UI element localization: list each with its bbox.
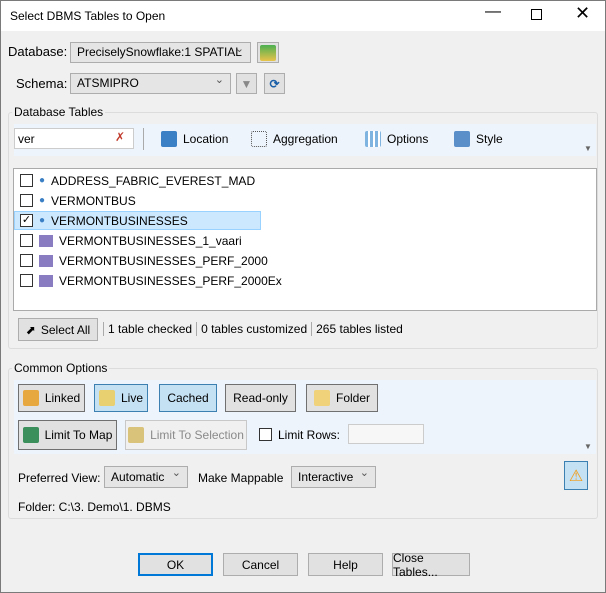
table-checkbox[interactable] (20, 274, 33, 287)
folder-icon (313, 390, 330, 406)
limit-to-map-button[interactable]: Limit To Map (18, 420, 117, 450)
point-icon: ● (39, 175, 46, 186)
location-icon (161, 131, 177, 147)
open-connection-icon (260, 44, 276, 61)
read-only-button[interactable]: Read-only (225, 384, 296, 412)
folder-path: Folder: C:\3. Demo\1. DBMS (18, 500, 171, 514)
table-checkbox[interactable] (20, 174, 33, 187)
linked-button[interactable]: Linked (18, 384, 85, 412)
table-name: VERMONTBUS (51, 193, 136, 208)
refresh-button[interactable]: ⟳ (264, 73, 285, 94)
cursor-icon: ⬈ (25, 322, 36, 337)
table-name: VERMONTBUSINESSES_PERF_2000Ex (59, 273, 282, 288)
minimize-button[interactable]: — (485, 3, 501, 21)
cached-button[interactable]: Cached (159, 384, 217, 412)
options-grid-icon (365, 131, 381, 147)
warning-button[interactable]: ⚠ (564, 461, 588, 490)
point-icon: ● (39, 195, 46, 206)
selection-icon (128, 427, 145, 443)
location-button[interactable]: Location (161, 131, 228, 147)
status-bar: 1 table checked 0 tables customized 265 … (103, 322, 403, 336)
checked-count: 1 table checked (103, 322, 192, 336)
clear-search-icon[interactable]: ✗ (115, 130, 125, 144)
refresh-icon: ⟳ (269, 76, 280, 91)
table-name: ADDRESS_FABRIC_EVEREST_MAD (51, 173, 256, 188)
limit-rows-label: Limit Rows: (278, 428, 341, 442)
table-row[interactable]: ● ADDRESS_FABRIC_EVEREST_MAD (20, 171, 261, 190)
common-options-label: Common Options (12, 361, 110, 375)
select-all-button[interactable]: ⬈ Select All (18, 318, 98, 341)
linked-icon (22, 390, 39, 406)
open-database-button[interactable] (257, 42, 279, 63)
options-button[interactable]: Options (365, 131, 428, 147)
window-title: Select DBMS Tables to Open (10, 9, 166, 23)
cancel-button[interactable]: Cancel (223, 553, 298, 576)
close-tables-button[interactable]: Close Tables... (392, 551, 470, 579)
region-icon (39, 254, 53, 267)
table-row[interactable]: VERMONTBUSINESSES_PERF_2000Ex (20, 271, 288, 290)
table-row[interactable]: ● VERMONTBUS (20, 191, 142, 210)
schema-select[interactable]: ATSMIPRO (70, 73, 231, 94)
live-button[interactable]: Live (94, 384, 148, 412)
table-checkbox[interactable] (20, 254, 33, 267)
make-mappable-select[interactable]: Interactive (291, 466, 376, 488)
table-checkbox[interactable]: ✓ (20, 214, 33, 227)
options-overflow-icon[interactable]: ▼ (584, 442, 592, 451)
close-button[interactable]: ✕ (575, 3, 590, 24)
aggregation-button[interactable]: Aggregation (251, 131, 338, 147)
table-row[interactable]: VERMONTBUSINESSES_1_vaari (20, 231, 248, 250)
listed-count: 265 tables listed (311, 322, 403, 336)
table-name: VERMONTBUSINESSES_PERF_2000 (59, 253, 268, 268)
style-icon (454, 131, 470, 147)
aggregation-icon (251, 131, 267, 147)
limit-rows-input[interactable] (348, 424, 424, 444)
toolbar-overflow-icon[interactable]: ▼ (584, 144, 592, 153)
database-label: Database: (8, 44, 68, 59)
database-tables-label: Database Tables (12, 105, 106, 119)
region-icon (39, 274, 53, 287)
customized-count: 0 tables customized (196, 322, 307, 336)
map-icon (22, 427, 39, 443)
title-bar: Select DBMS Tables to Open — ✕ (1, 1, 605, 31)
table-row[interactable]: ✓ ● VERMONTBUSINESSES (14, 211, 261, 230)
limit-to-selection-button[interactable]: Limit To Selection (125, 420, 247, 450)
preferred-view-select[interactable]: Automatic (104, 466, 188, 488)
table-name: VERMONTBUSINESSES_1_vaari (59, 233, 242, 248)
filter-button[interactable]: ▼ (236, 73, 257, 94)
point-icon: ● (39, 215, 46, 226)
table-checkbox[interactable] (20, 234, 33, 247)
toolbar-separator (143, 128, 144, 150)
warning-icon: ⚠ (568, 467, 584, 485)
filter-icon: ▼ (240, 76, 253, 91)
style-button[interactable]: Style (454, 131, 503, 147)
database-select[interactable]: PreciselySnowflake:1 SPATIAL (70, 42, 251, 63)
table-checkbox[interactable] (20, 194, 33, 207)
schema-label: Schema: (16, 76, 68, 91)
maximize-button[interactable] (531, 9, 542, 20)
folder-button[interactable]: Folder (306, 384, 378, 412)
region-icon (39, 234, 53, 247)
table-row[interactable]: VERMONTBUSINESSES_PERF_2000 (20, 251, 274, 270)
make-mappable-label: Make Mappable (198, 471, 284, 485)
limit-rows-checkbox[interactable] (259, 428, 272, 441)
preferred-view-label: Preferred View: (18, 471, 101, 485)
live-icon (98, 390, 115, 406)
help-button[interactable]: Help (308, 553, 383, 576)
table-name: VERMONTBUSINESSES (51, 213, 188, 228)
ok-button[interactable]: OK (138, 553, 213, 576)
